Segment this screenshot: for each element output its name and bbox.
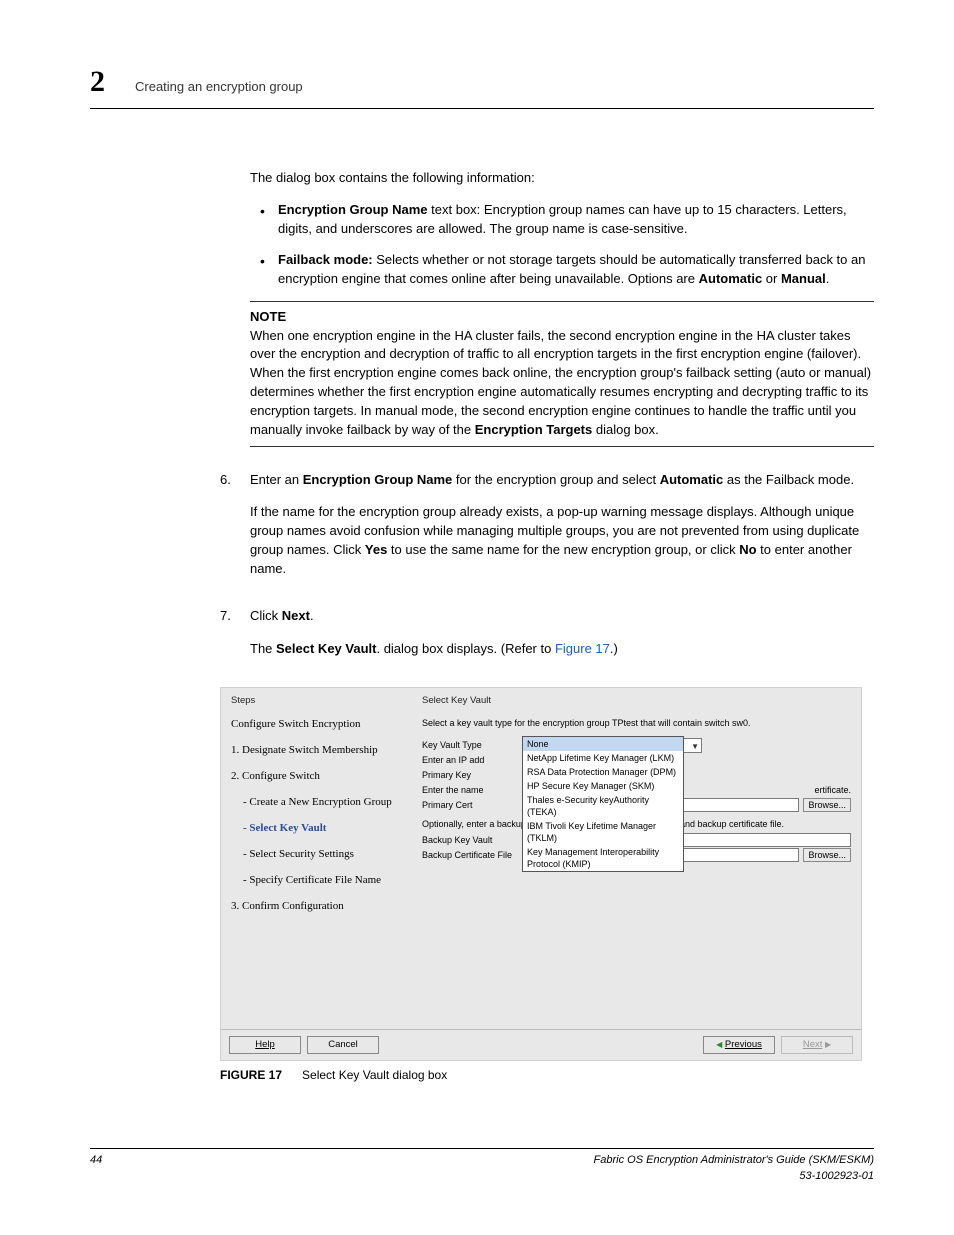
label-primary-cert: Primary Cert: [422, 799, 522, 812]
step-2: 2. Configure Switch: [231, 769, 406, 785]
label-key-vault-type: Key Vault Type: [422, 739, 522, 752]
dropdown-item[interactable]: None: [523, 737, 683, 751]
page-footer: 44 Fabric OS Encryption Administrator's …: [90, 1148, 874, 1185]
label-backup-kv: Backup Key Vault: [422, 834, 522, 847]
step-7-line1: Click Next.: [250, 607, 874, 626]
note-box: NOTE When one encryption engine in the H…: [250, 301, 874, 447]
doc-title: Fabric OS Encryption Administrator's Gui…: [594, 1153, 874, 1169]
bullet-failback-mode: Failback mode: Selects whether or not st…: [250, 251, 874, 289]
dropdown-item[interactable]: RSA Data Protection Manager (DPM): [523, 765, 683, 779]
browse-backup-button[interactable]: Browse...: [803, 848, 851, 862]
previous-button[interactable]: ◀ Previous: [703, 1036, 775, 1054]
note-body: When one encryption engine in the HA clu…: [250, 327, 874, 440]
step-2b-current: - Select Key Vault: [243, 821, 406, 837]
step-2c: - Select Security Settings: [243, 847, 406, 863]
step-3: 3. Confirm Configuration: [231, 899, 406, 915]
form-hint-1: Select a key vault type for the encrypti…: [422, 717, 851, 730]
label-primary-key: Primary Key: [422, 769, 522, 782]
step-2a: - Create a New Encryption Group: [243, 795, 406, 811]
bullet-group-name: Encryption Group Name text box: Encrypti…: [250, 201, 874, 239]
key-vault-type-dropdown[interactable]: None NetApp Lifetime Key Manager (LKM) R…: [522, 736, 684, 872]
doc-number: 53-1002923-01: [594, 1169, 874, 1185]
step-root: Configure Switch Encryption: [231, 717, 406, 733]
step-number-7: 7.: [220, 607, 250, 673]
browse-primary-button[interactable]: Browse...: [803, 798, 851, 812]
label-ip: Enter an IP add: [422, 754, 522, 767]
dropdown-item[interactable]: Thales e-Security keyAuthority (TEKA): [523, 793, 683, 819]
label-name: Enter the name: [422, 784, 522, 797]
breadcrumb: Creating an encryption group: [135, 78, 303, 97]
step-6-para2: If the name for the encryption group alr…: [250, 503, 874, 578]
intro-text: The dialog box contains the following in…: [250, 169, 874, 188]
step-1: 1. Designate Switch Membership: [231, 743, 406, 759]
label-backup-cert: Backup Certificate File: [422, 849, 522, 862]
dialog-steps-pane: Steps Configure Switch Encryption 1. Des…: [221, 688, 416, 1030]
page-number: 44: [90, 1153, 102, 1185]
dialog-form-pane: Select Key Vault Select a key vault type…: [416, 688, 861, 1030]
note-label: NOTE: [250, 308, 874, 327]
dropdown-item[interactable]: NetApp Lifetime Key Manager (LKM): [523, 751, 683, 765]
cancel-button[interactable]: Cancel: [307, 1036, 379, 1054]
chapter-number: 2: [90, 60, 105, 104]
figure-caption: FIGURE 17Select Key Vault dialog box: [220, 1061, 874, 1084]
help-button[interactable]: Help: [229, 1036, 301, 1054]
dropdown-item[interactable]: HP Secure Key Manager (SKM): [523, 779, 683, 793]
select-key-vault-dialog: Steps Configure Switch Encryption 1. Des…: [220, 687, 862, 1062]
step-7-result: The Select Key Vault. dialog box display…: [250, 640, 874, 659]
page-header: 2 Creating an encryption group: [90, 60, 874, 109]
step-2d: - Specify Certificate File Name: [243, 873, 406, 889]
next-button: Next ▶: [781, 1036, 853, 1054]
figure-link[interactable]: Figure 17: [555, 641, 610, 656]
dropdown-item[interactable]: IBM Tivoli Key Lifetime Manager (TKLM): [523, 819, 683, 845]
dropdown-item[interactable]: Key Management Interoperability Protocol…: [523, 845, 683, 871]
step-6-line1: Enter an Encryption Group Name for the e…: [250, 471, 874, 490]
step-number-6: 6.: [220, 471, 250, 593]
